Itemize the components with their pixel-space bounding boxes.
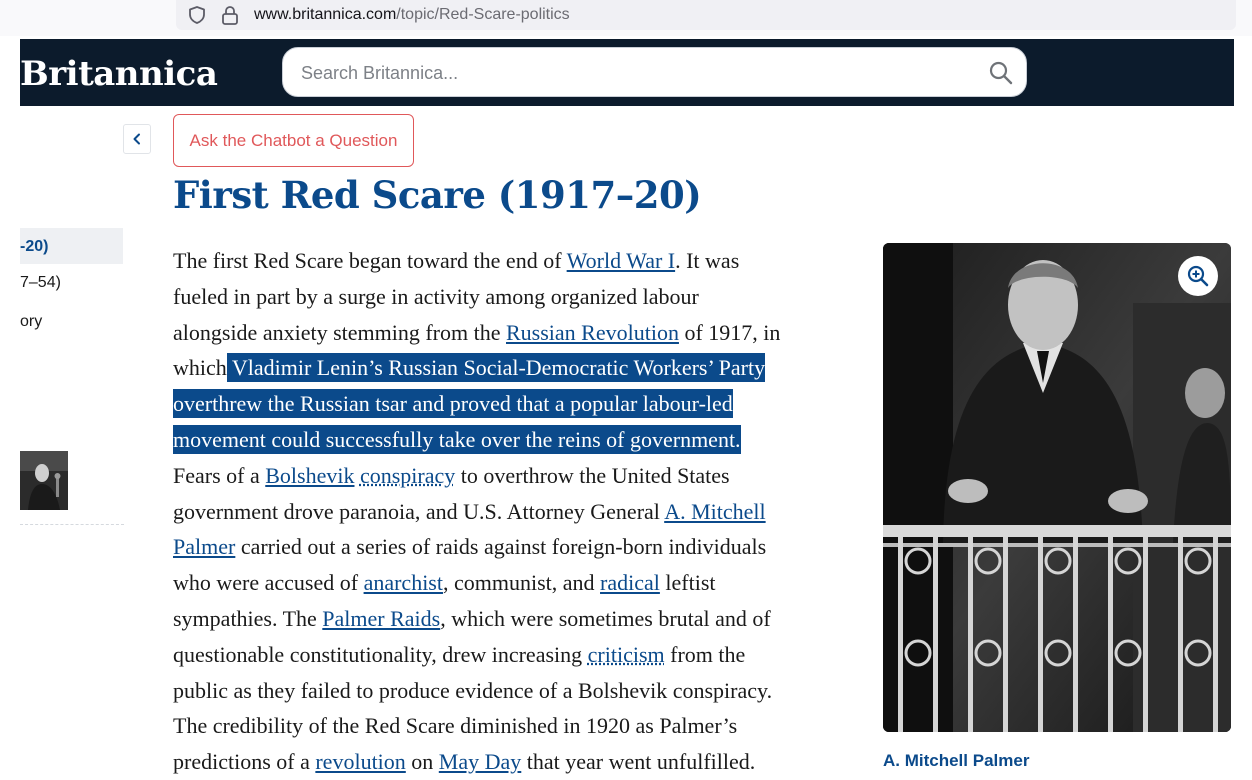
zoom-in-icon xyxy=(1187,265,1209,287)
image-caption[interactable]: A. Mitchell Palmer xyxy=(883,751,1029,771)
article-line: The credibility of the Red Scare diminis… xyxy=(173,713,738,739)
article-line: predictions of a revolution on May Day t… xyxy=(173,749,756,775)
ask-chatbot-button[interactable]: Ask the Chatbot a Question xyxy=(173,114,414,167)
article-line: questionable constitutionality, drew inc… xyxy=(173,641,746,667)
article-line: government drove paranoia, and U.S. Atto… xyxy=(173,498,766,524)
link-world-war-i[interactable]: World War I xyxy=(567,248,675,273)
shield-icon[interactable] xyxy=(187,5,207,25)
search-input[interactable] xyxy=(301,60,961,86)
link-bolshevik[interactable]: Bolshevik xyxy=(265,463,354,488)
toc-thumbnail-image[interactable] xyxy=(20,451,68,510)
chevron-left-icon xyxy=(133,133,140,145)
link-palmer-raids[interactable]: Palmer Raids xyxy=(322,606,440,631)
article-image[interactable] xyxy=(883,243,1231,732)
article-line: fueled in part by a surge in activity am… xyxy=(173,283,699,309)
selected-text[interactable]: overthrew the Russian tsar and proved th… xyxy=(173,389,733,419)
link-conspiracy[interactable]: conspiracy xyxy=(360,463,455,488)
url-path: /topic/Red-Scare-politics xyxy=(396,6,570,23)
toc-item-history[interactable]: ory xyxy=(20,313,42,331)
article-line: alongside anxiety stemming from the Russ… xyxy=(173,319,781,345)
toc-divider xyxy=(20,524,124,525)
link-a-mitchell[interactable]: A. Mitchell xyxy=(664,499,765,524)
article-line: which Vladimir Lenin’s Russian Social-De… xyxy=(173,353,766,383)
link-revolution[interactable]: revolution xyxy=(315,749,405,774)
browser-toolbar: www.britannica.com/topic/Red-Scare-polit… xyxy=(0,0,1252,36)
link-may-day[interactable]: May Day xyxy=(439,749,521,774)
selected-text[interactable]: Vladimir Lenin’s Russian Social-Democrat… xyxy=(226,353,766,383)
toc-item-second-red-scare[interactable]: 7–54) xyxy=(20,274,61,292)
article-line: who were accused of anarchist, communist… xyxy=(173,570,716,596)
article-line: sympathies. The Palmer Raids, which were… xyxy=(173,605,771,631)
toc-item-first-red-scare[interactable]: -20) xyxy=(20,238,48,256)
article-line: overthrew the Russian tsar and proved th… xyxy=(173,386,863,422)
link-criticism[interactable]: criticism xyxy=(588,642,665,667)
sidebar-collapse-button[interactable] xyxy=(123,124,151,154)
link-radical[interactable]: radical xyxy=(600,570,660,595)
article-line: Fears of a Bolshevik conspiracy to overt… xyxy=(173,462,730,488)
article-line: The first Red Scare began toward the end… xyxy=(173,248,740,273)
section-title: First Red Scare (1917–20) xyxy=(173,173,702,217)
article-line: public as they failed to produce evidenc… xyxy=(173,677,773,703)
site-header: Britannica xyxy=(20,39,1234,106)
zoom-image-button[interactable] xyxy=(1178,256,1218,296)
selected-text[interactable]: movement could successfully take over th… xyxy=(173,424,741,454)
lock-icon[interactable] xyxy=(220,4,240,26)
url-domain: www.britannica.com xyxy=(254,6,397,23)
article-line: movement could successfully take over th… xyxy=(173,422,863,458)
search-icon[interactable] xyxy=(988,60,1014,86)
link-russian-revolution[interactable]: Russian Revolution xyxy=(506,320,679,345)
search-box[interactable] xyxy=(282,47,1027,97)
article-line: Palmer carried out a series of raids aga… xyxy=(173,534,767,560)
article-body: The first Red Scare began toward the end… xyxy=(173,243,863,780)
url-text[interactable]: www.britannica.com/topic/Red-Scare-polit… xyxy=(254,6,570,24)
link-anarchist[interactable]: anarchist xyxy=(364,570,443,595)
britannica-logo[interactable]: Britannica xyxy=(20,54,218,94)
link-palmer[interactable]: Palmer xyxy=(173,534,235,559)
